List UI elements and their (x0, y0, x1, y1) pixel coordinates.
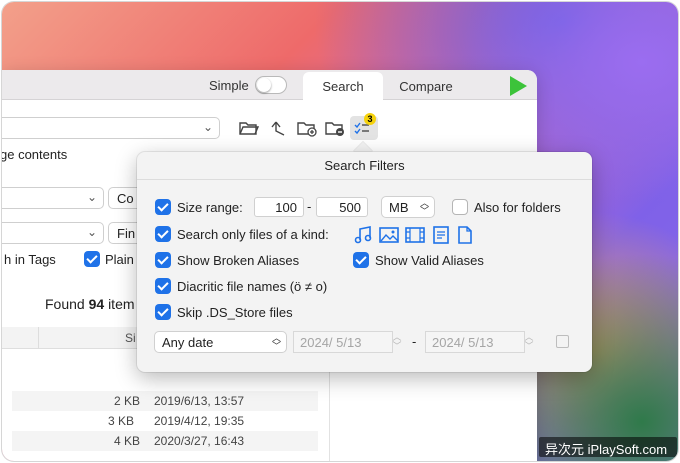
only-kind-checkbox[interactable] (155, 226, 171, 242)
add-folder-icon[interactable] (296, 119, 318, 137)
date-to-field[interactable]: 2024/ 5/13 (425, 331, 525, 353)
size-max-input[interactable]: 500 (316, 197, 368, 217)
watermark: 异次元 iPlaySoft.com (539, 437, 677, 457)
date-range-dash: - (412, 334, 417, 349)
found-count: 94 (88, 296, 105, 312)
tab-search[interactable]: Search (303, 72, 383, 100)
simple-mode-label: Simple (209, 78, 249, 93)
chevron-down-icon: ⌄ (86, 225, 97, 239)
chevron-down-icon: ⌄ (202, 120, 213, 134)
tab-compare[interactable]: Compare (388, 72, 464, 100)
text-doc-icon[interactable] (431, 225, 451, 245)
date-from-field[interactable]: 2024/ 5/13 (293, 331, 393, 353)
found-prefix: Found (45, 296, 85, 312)
blank-doc-icon[interactable] (455, 225, 475, 245)
size-unit-value: MB (389, 200, 409, 215)
file-date: 2019/6/13, 13:57 (154, 394, 245, 408)
valid-aliases-label: Show Valid Aliases (375, 252, 484, 268)
window-toolbar: Simple Search Compare (2, 70, 537, 100)
updown-chevrons-icon: ︿ ﹀ (419, 198, 429, 216)
calendar-icon[interactable] (556, 335, 569, 348)
chevron-down-icon: ⌄ (86, 190, 97, 204)
broken-aliases-checkbox[interactable] (155, 252, 171, 268)
remove-folder-icon[interactable] (324, 119, 346, 137)
only-kind-label: Search only files of a kind: (177, 226, 329, 242)
open-folder-icon[interactable] (238, 119, 260, 137)
simple-mode-toggle[interactable] (255, 76, 287, 94)
table-row[interactable]: 2 KB 2019/6/13, 13:57 (12, 391, 318, 411)
match-select[interactable]: ⌄ (2, 222, 104, 244)
size-column-header[interactable]: Si (125, 331, 136, 345)
date-to-stepper[interactable]: ︿ ﹀ (523, 333, 535, 351)
plain-checkbox[interactable] (84, 251, 100, 267)
table-row[interactable]: 4 KB 2020/3/27, 16:43 (12, 431, 318, 451)
search-page-contents-label: ge contents (2, 147, 68, 162)
date-from-stepper[interactable]: ︿ ﹀ (391, 333, 403, 351)
table-row[interactable] (2, 371, 322, 391)
also-folders-checkbox[interactable] (452, 199, 468, 215)
search-location-field[interactable]: ⌄ (2, 117, 220, 139)
also-folders-label: Also for folders (474, 199, 561, 215)
size-range-label: Size range: (177, 199, 243, 215)
file-date: 2019/4/12, 19:35 (154, 414, 245, 428)
file-size: 2 KB (113, 394, 140, 408)
size-range-checkbox[interactable] (155, 199, 171, 215)
table-row[interactable]: 3 KB 2019/4/12, 19:35 (2, 411, 322, 431)
parent-folder-icon[interactable] (268, 119, 290, 137)
movie-icon[interactable] (405, 225, 425, 245)
file-date: 2020/3/27, 16:43 (154, 434, 245, 448)
music-icon[interactable] (353, 225, 373, 245)
file-size: 3 KB (107, 414, 134, 428)
skip-ds-store-label: Skip .DS_Store files (177, 304, 293, 320)
size-unit-select[interactable]: MB ︿ ﹀ (381, 196, 435, 218)
desktop-background: Simple Search Compare ⌄ 3 ge contents ⌄ … (2, 2, 678, 461)
criteria-select[interactable]: ⌄ (2, 187, 104, 209)
found-suffix: item (108, 296, 135, 312)
date-mode-select[interactable]: Any date ︿ ﹀ (154, 331, 287, 353)
image-icon[interactable] (379, 225, 399, 245)
diacritic-label: Diacritic file names (ö ≠ o) (177, 278, 328, 294)
filter-count-badge: 3 (364, 113, 376, 125)
date-mode-value: Any date (162, 335, 214, 350)
search-filters-button[interactable]: 3 (350, 113, 378, 140)
updown-chevrons-icon: ︿ ﹀ (271, 333, 281, 351)
toggle-knob (257, 78, 271, 92)
broken-aliases-label: Show Broken Aliases (177, 252, 300, 268)
run-search-icon[interactable] (510, 76, 527, 96)
skip-ds-store-checkbox[interactable] (155, 304, 171, 320)
search-filters-popover: Search Filters Size range: 100 - 500 MB … (137, 152, 592, 372)
size-min-input[interactable]: 100 (254, 197, 304, 217)
valid-aliases-checkbox[interactable] (353, 252, 369, 268)
diacritic-checkbox[interactable] (155, 278, 171, 294)
found-count-text: Found 94 item (45, 296, 135, 312)
search-in-tags-label: h in Tags (4, 252, 56, 267)
popover-title: Search Filters (137, 152, 592, 180)
size-range-dash: - (307, 199, 312, 214)
file-size: 4 KB (113, 434, 140, 448)
plain-label: Plain (105, 252, 134, 267)
